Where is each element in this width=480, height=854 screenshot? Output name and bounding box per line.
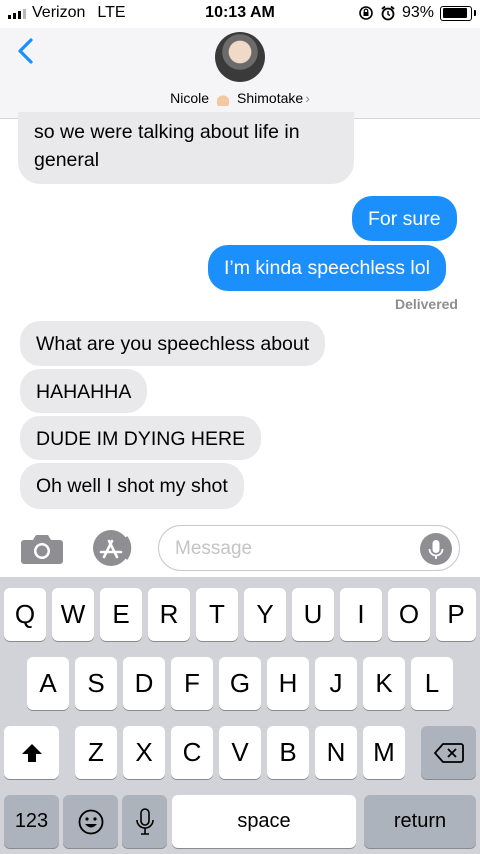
key-h[interactable]: H bbox=[267, 657, 309, 710]
key-a[interactable]: A bbox=[27, 657, 69, 710]
emoji-icon bbox=[78, 809, 103, 834]
space-key[interactable]: space bbox=[172, 795, 356, 848]
microphone-icon bbox=[135, 807, 154, 835]
microphone-icon[interactable] bbox=[420, 533, 452, 565]
shift-icon bbox=[21, 743, 42, 762]
emoji-key[interactable] bbox=[63, 795, 118, 848]
chevron-right-icon: › bbox=[305, 90, 310, 106]
key-x[interactable]: X bbox=[123, 726, 165, 779]
backspace-icon bbox=[433, 742, 464, 763]
key-b[interactable]: B bbox=[267, 726, 309, 779]
message-input-box[interactable] bbox=[158, 525, 460, 571]
key-v[interactable]: V bbox=[219, 726, 261, 779]
alarm-icon bbox=[381, 5, 395, 21]
key-z[interactable]: Z bbox=[75, 726, 117, 779]
message-bubble-outgoing[interactable]: For sure bbox=[352, 196, 457, 241]
status-bar: Verizon LTE 10:13 AM 93% bbox=[0, 0, 480, 28]
battery-icon bbox=[440, 5, 476, 21]
key-w[interactable]: W bbox=[52, 588, 94, 641]
message-bubble-outgoing[interactable]: I’m kinda speechless lol bbox=[208, 245, 446, 291]
key-e[interactable]: E bbox=[100, 588, 142, 641]
finger-pointing-up-emoji bbox=[217, 92, 230, 107]
key-q[interactable]: Q bbox=[4, 588, 46, 641]
contact-first-name: Nicole bbox=[170, 90, 210, 106]
conversation-header: Nicole Shimotake › bbox=[0, 28, 480, 119]
key-t[interactable]: T bbox=[196, 588, 238, 641]
message-bubble-incoming[interactable]: DUDE IM DYING HERE bbox=[20, 416, 262, 460]
key-u[interactable]: U bbox=[292, 588, 334, 641]
message-bubble-incoming[interactable]: HAHAHHA bbox=[20, 369, 148, 413]
key-l[interactable]: L bbox=[411, 657, 453, 710]
key-y[interactable]: Y bbox=[244, 588, 286, 641]
chevron-left-icon[interactable] bbox=[12, 36, 42, 66]
key-o[interactable]: O bbox=[388, 588, 430, 641]
battery-percent: 93% bbox=[401, 4, 434, 21]
key-k[interactable]: K bbox=[363, 657, 405, 710]
key-j[interactable]: J bbox=[315, 657, 357, 710]
key-d[interactable]: D bbox=[123, 657, 165, 710]
contact-name[interactable]: Nicole Shimotake › bbox=[0, 90, 480, 107]
key-i[interactable]: I bbox=[340, 588, 382, 641]
dictation-key[interactable] bbox=[122, 795, 167, 848]
rotation-lock-icon bbox=[359, 6, 373, 20]
delivery-status: Delivered bbox=[394, 296, 458, 312]
app-store-icon[interactable] bbox=[88, 528, 134, 568]
key-n[interactable]: N bbox=[315, 726, 357, 779]
delete-key[interactable] bbox=[421, 726, 476, 779]
avatar[interactable] bbox=[215, 32, 265, 82]
key-p[interactable]: P bbox=[436, 588, 476, 641]
message-bubble-incoming[interactable]: What are you speechless about bbox=[20, 321, 326, 366]
keyboard: Q W E R T Y U I O P A S D F G H J K L Z … bbox=[0, 577, 480, 854]
key-s[interactable]: S bbox=[75, 657, 117, 710]
message-bubble-incoming[interactable]: so we were talking about life in general bbox=[18, 112, 354, 184]
camera-icon[interactable] bbox=[20, 530, 64, 566]
numbers-key[interactable]: 123 bbox=[4, 795, 59, 848]
key-c[interactable]: C bbox=[171, 726, 213, 779]
message-bubble-incoming[interactable]: Oh well I shot my shot bbox=[20, 463, 244, 509]
contact-last-name: Shimotake bbox=[237, 90, 304, 106]
key-m[interactable]: M bbox=[363, 726, 405, 779]
key-g[interactable]: G bbox=[219, 657, 261, 710]
message-input[interactable] bbox=[173, 534, 407, 564]
return-key[interactable]: return bbox=[364, 795, 476, 848]
key-f[interactable]: F bbox=[171, 657, 213, 710]
shift-key[interactable] bbox=[4, 726, 59, 779]
key-r[interactable]: R bbox=[148, 588, 190, 641]
